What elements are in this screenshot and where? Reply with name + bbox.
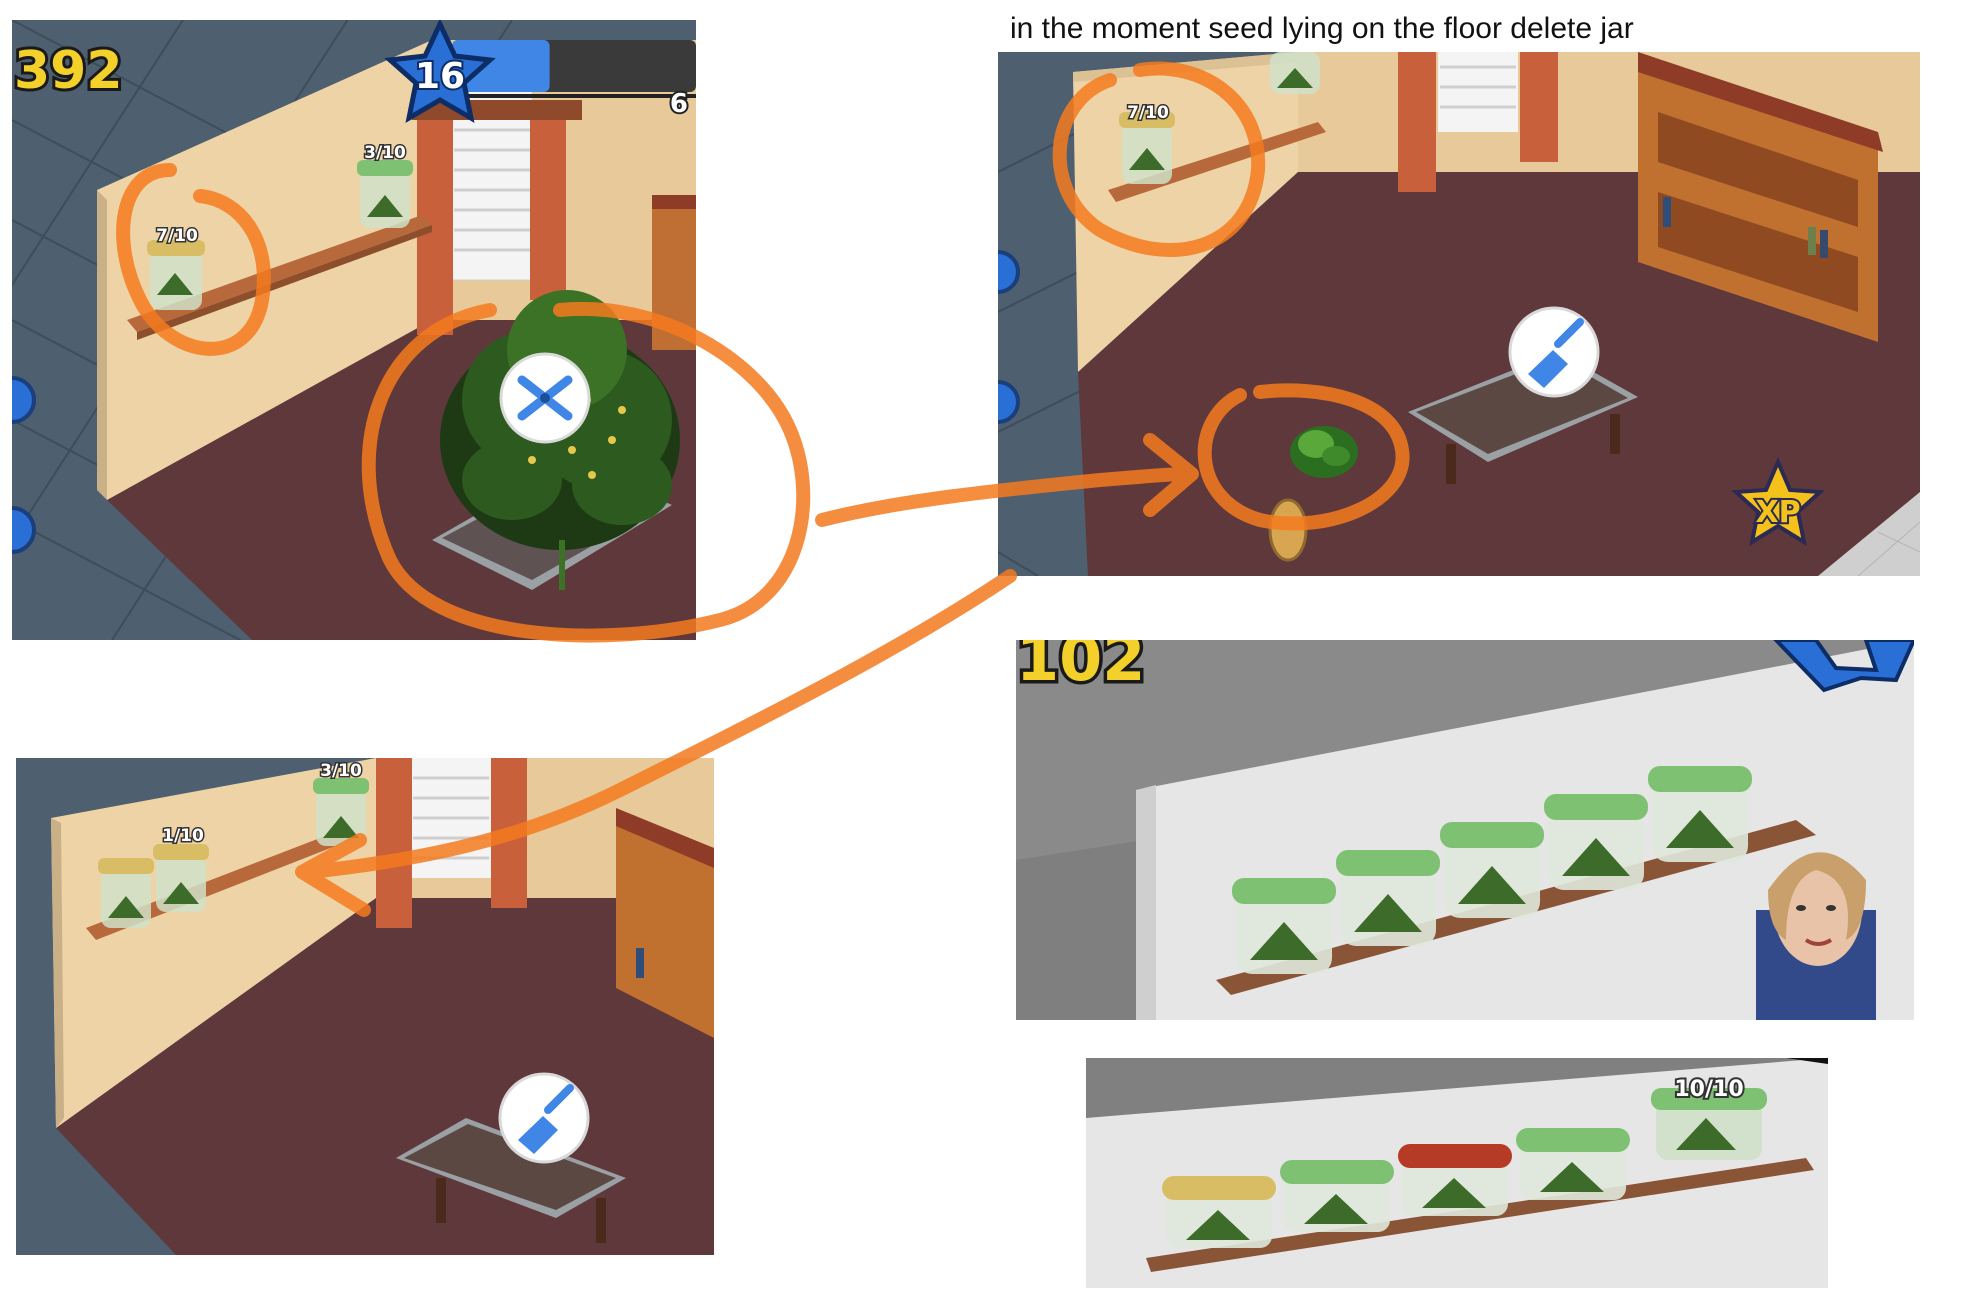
jar-left[interactable] <box>153 844 209 912</box>
xp-value-fragment: 6 <box>670 89 688 119</box>
jar-full-count: 10/10 <box>1674 1077 1743 1102</box>
screenshot-panel-five-jars: 102 <box>1016 640 1914 1020</box>
seed-on-floor[interactable] <box>1290 426 1358 478</box>
screenshot-panel-full-jar: 10/10 <box>1086 1058 1828 1288</box>
trowel-icon[interactable] <box>498 1072 590 1164</box>
jar-green[interactable] <box>1516 1128 1630 1200</box>
window <box>1438 52 1518 132</box>
trowel-icon[interactable] <box>1508 306 1600 398</box>
pruning-shears-icon[interactable] <box>499 352 591 444</box>
jar-left[interactable] <box>147 240 205 310</box>
xp-label: XP <box>1755 495 1800 530</box>
curtain <box>1398 52 1436 192</box>
jar[interactable] <box>1648 766 1752 862</box>
jar-green[interactable] <box>1280 1160 1394 1232</box>
jar[interactable] <box>1336 850 1440 946</box>
jar-top[interactable] <box>1270 52 1320 94</box>
screenshot-panel-harvest: 7/10 3/10 6 16 392 <box>12 20 696 640</box>
jar[interactable] <box>1440 822 1544 918</box>
jar-red[interactable] <box>1398 1144 1512 1216</box>
screenshot-panel-seed-on-floor: 7/10 XP <box>998 52 1920 576</box>
score-counter: 392 <box>14 41 123 101</box>
jar[interactable] <box>1232 878 1336 974</box>
jar-left-count: 1/10 <box>162 826 204 846</box>
curtain <box>376 758 412 928</box>
level-number: 16 <box>415 56 465 97</box>
jar-left-count: 7/10 <box>156 226 198 246</box>
jar-right-count: 3/10 <box>320 761 362 781</box>
seed-icon <box>1268 498 1308 562</box>
dresser <box>652 200 696 350</box>
jar-right[interactable] <box>313 778 369 846</box>
jar-right-count: 3/10 <box>364 143 406 163</box>
level-progress-bar <box>452 40 696 98</box>
screenshot-panel-jar-result: 1/10 3/10 <box>16 758 714 1255</box>
jar-yellow[interactable] <box>98 858 154 928</box>
jar-right[interactable] <box>357 160 413 228</box>
jar[interactable] <box>1544 794 1648 890</box>
annotation-caption: in the moment seed lying on the floor de… <box>1010 12 1634 45</box>
jar-yellow[interactable] <box>1162 1176 1276 1248</box>
jar-count: 7/10 <box>1127 103 1169 123</box>
score-counter-fragment: 102 <box>1016 640 1145 695</box>
